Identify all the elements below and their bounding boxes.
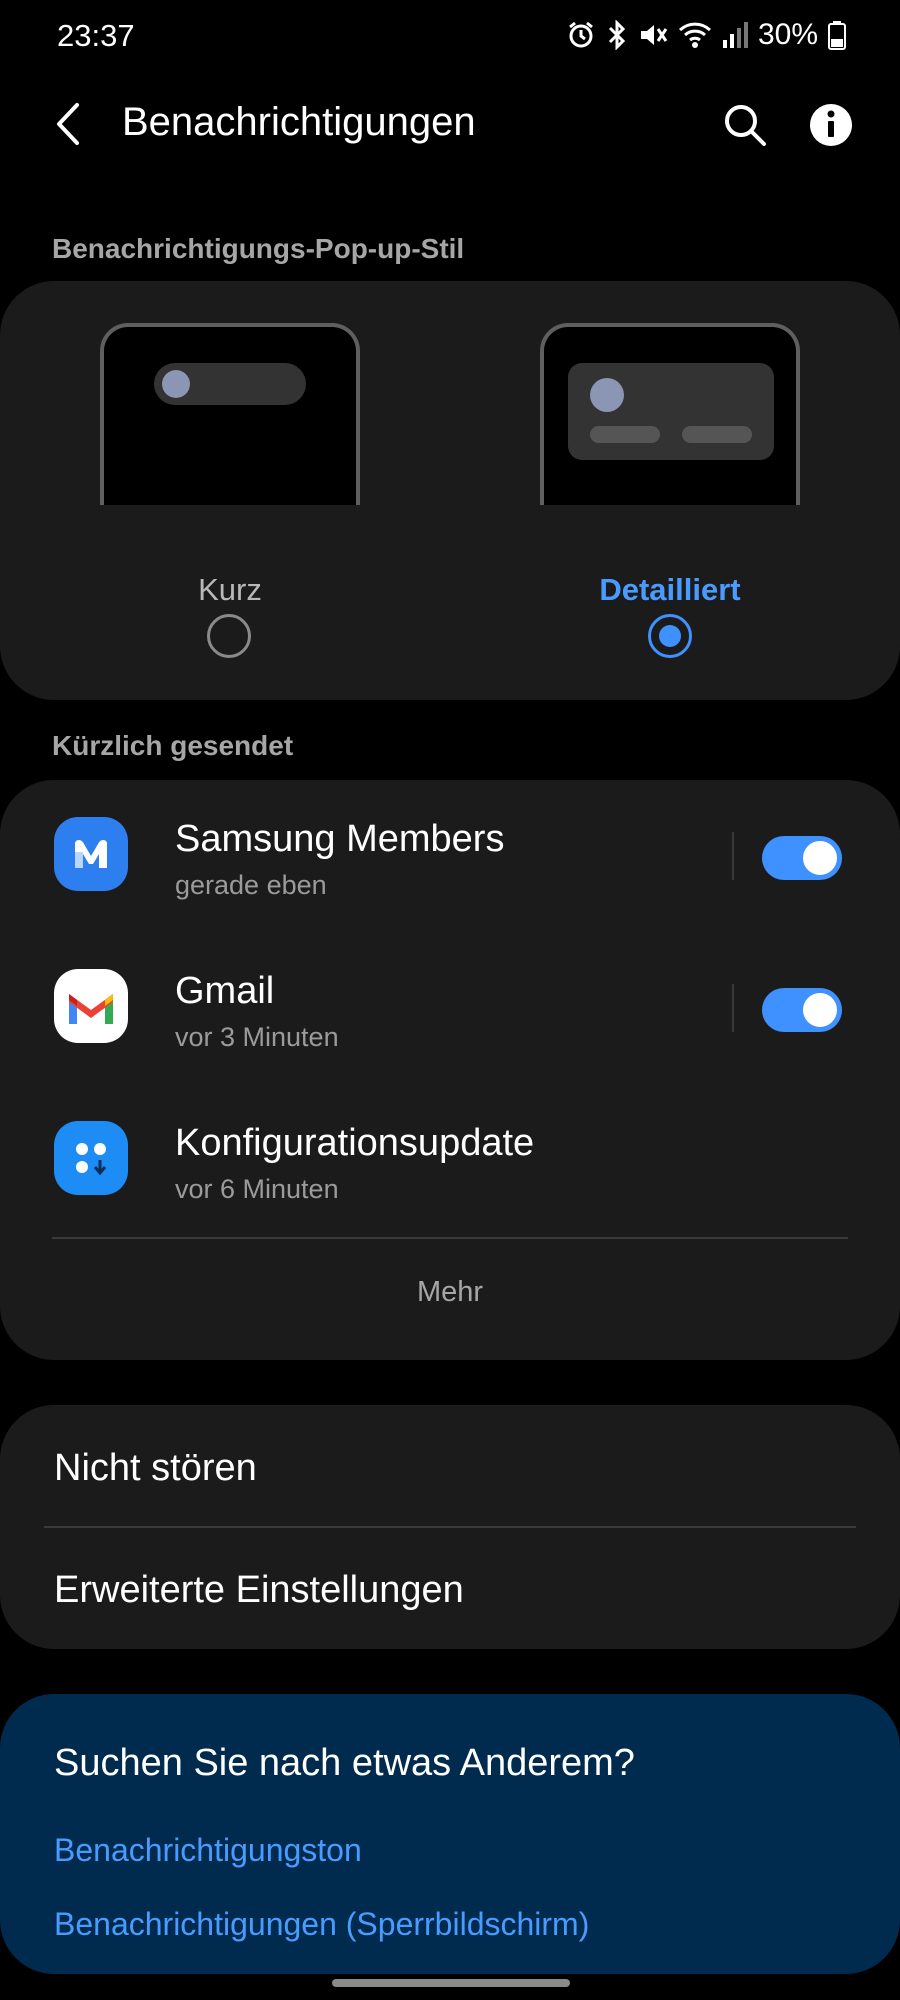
back-icon bbox=[57, 103, 79, 145]
home-indicator[interactable] bbox=[332, 1979, 570, 1987]
menu-item-nicht-stoeren[interactable]: Nicht stören bbox=[54, 1447, 257, 1490]
app-time: vor 3 Minuten bbox=[175, 1022, 339, 1052]
recent-card: Samsung Members gerade eben Gmail vor 3 … bbox=[0, 780, 900, 1360]
suggestion-card: Suchen Sie nach etwas Anderem? Benachric… bbox=[0, 1694, 900, 1974]
popup-style-kurz-label: Kurz bbox=[198, 572, 262, 607]
detailliert-preview-dot bbox=[590, 378, 624, 412]
mute-icon bbox=[638, 20, 668, 50]
app-name: Gmail bbox=[175, 970, 275, 1012]
wifi-icon bbox=[678, 20, 712, 50]
gmail-toggle[interactable] bbox=[762, 988, 842, 1032]
app-name: Konfigurationsupdate bbox=[175, 1122, 535, 1164]
battery-percent: 30% bbox=[757, 18, 818, 51]
alarm-icon bbox=[566, 20, 596, 50]
search-button[interactable] bbox=[718, 98, 772, 152]
status-time: 23:37 bbox=[57, 18, 135, 53]
page-title: Benachrichtigungen bbox=[122, 100, 476, 144]
status-icons: 30% bbox=[566, 18, 846, 52]
app-name: Samsung Members bbox=[175, 818, 505, 860]
more-button[interactable]: Mehr bbox=[0, 1276, 900, 1309]
suggestion-link-sperrbildschirm[interactable]: Benachrichtigungen (Sperrbildschirm) bbox=[54, 1906, 589, 1943]
popup-style-option-kurz[interactable]: Kurz bbox=[100, 323, 360, 643]
popup-style-detailliert-radio[interactable] bbox=[648, 614, 692, 658]
detailliert-preview-line bbox=[682, 426, 752, 443]
menu-divider bbox=[44, 1526, 856, 1528]
suggestion-title: Suchen Sie nach etwas Anderem? bbox=[54, 1742, 635, 1784]
detailliert-preview-card bbox=[568, 363, 774, 460]
popup-style-detailliert-label: Detailliert bbox=[599, 572, 741, 607]
config-update-icon bbox=[54, 1121, 128, 1195]
battery-icon bbox=[828, 20, 846, 50]
info-icon bbox=[810, 104, 852, 146]
popup-style-card: Kurz Detailliert bbox=[0, 281, 900, 700]
popup-style-option-detailliert[interactable]: Detailliert bbox=[540, 323, 800, 643]
recent-app-row[interactable]: Konfigurationsupdate vor 6 Minuten bbox=[0, 1084, 900, 1234]
popup-style-section-label: Benachrichtigungs-Pop-up-Stil bbox=[52, 233, 465, 264]
app-time: vor 6 Minuten bbox=[175, 1174, 339, 1204]
recent-app-row[interactable]: Gmail vor 3 Minuten bbox=[0, 932, 900, 1082]
recent-divider bbox=[52, 1237, 848, 1239]
back-button[interactable] bbox=[46, 96, 90, 152]
detailliert-preview-line bbox=[590, 426, 660, 443]
bluetooth-icon bbox=[606, 20, 628, 50]
popup-style-kurz-radio[interactable] bbox=[207, 614, 251, 658]
row-divider bbox=[732, 832, 734, 880]
signal-icon bbox=[722, 20, 748, 50]
recent-section-label: Kürzlich gesendet bbox=[52, 730, 294, 761]
info-button[interactable] bbox=[804, 98, 858, 152]
detailliert-preview bbox=[540, 323, 800, 505]
kurz-preview bbox=[100, 323, 360, 505]
kurz-preview-pill bbox=[154, 363, 306, 405]
gmail-icon bbox=[54, 969, 128, 1043]
app-time: gerade eben bbox=[175, 870, 327, 900]
suggestion-link-benachrichtigungston[interactable]: Benachrichtigungston bbox=[54, 1832, 362, 1869]
recent-app-row[interactable]: Samsung Members gerade eben bbox=[0, 780, 900, 930]
row-divider bbox=[732, 984, 734, 1032]
menu-item-erweiterte-einstellungen[interactable]: Erweiterte Einstellungen bbox=[54, 1569, 464, 1612]
search-icon bbox=[725, 105, 766, 146]
menu-card: Nicht stören Erweiterte Einstellungen bbox=[0, 1405, 900, 1649]
kurz-preview-dot bbox=[162, 370, 190, 398]
samsung-members-icon bbox=[54, 817, 128, 891]
samsung-members-toggle[interactable] bbox=[762, 836, 842, 880]
